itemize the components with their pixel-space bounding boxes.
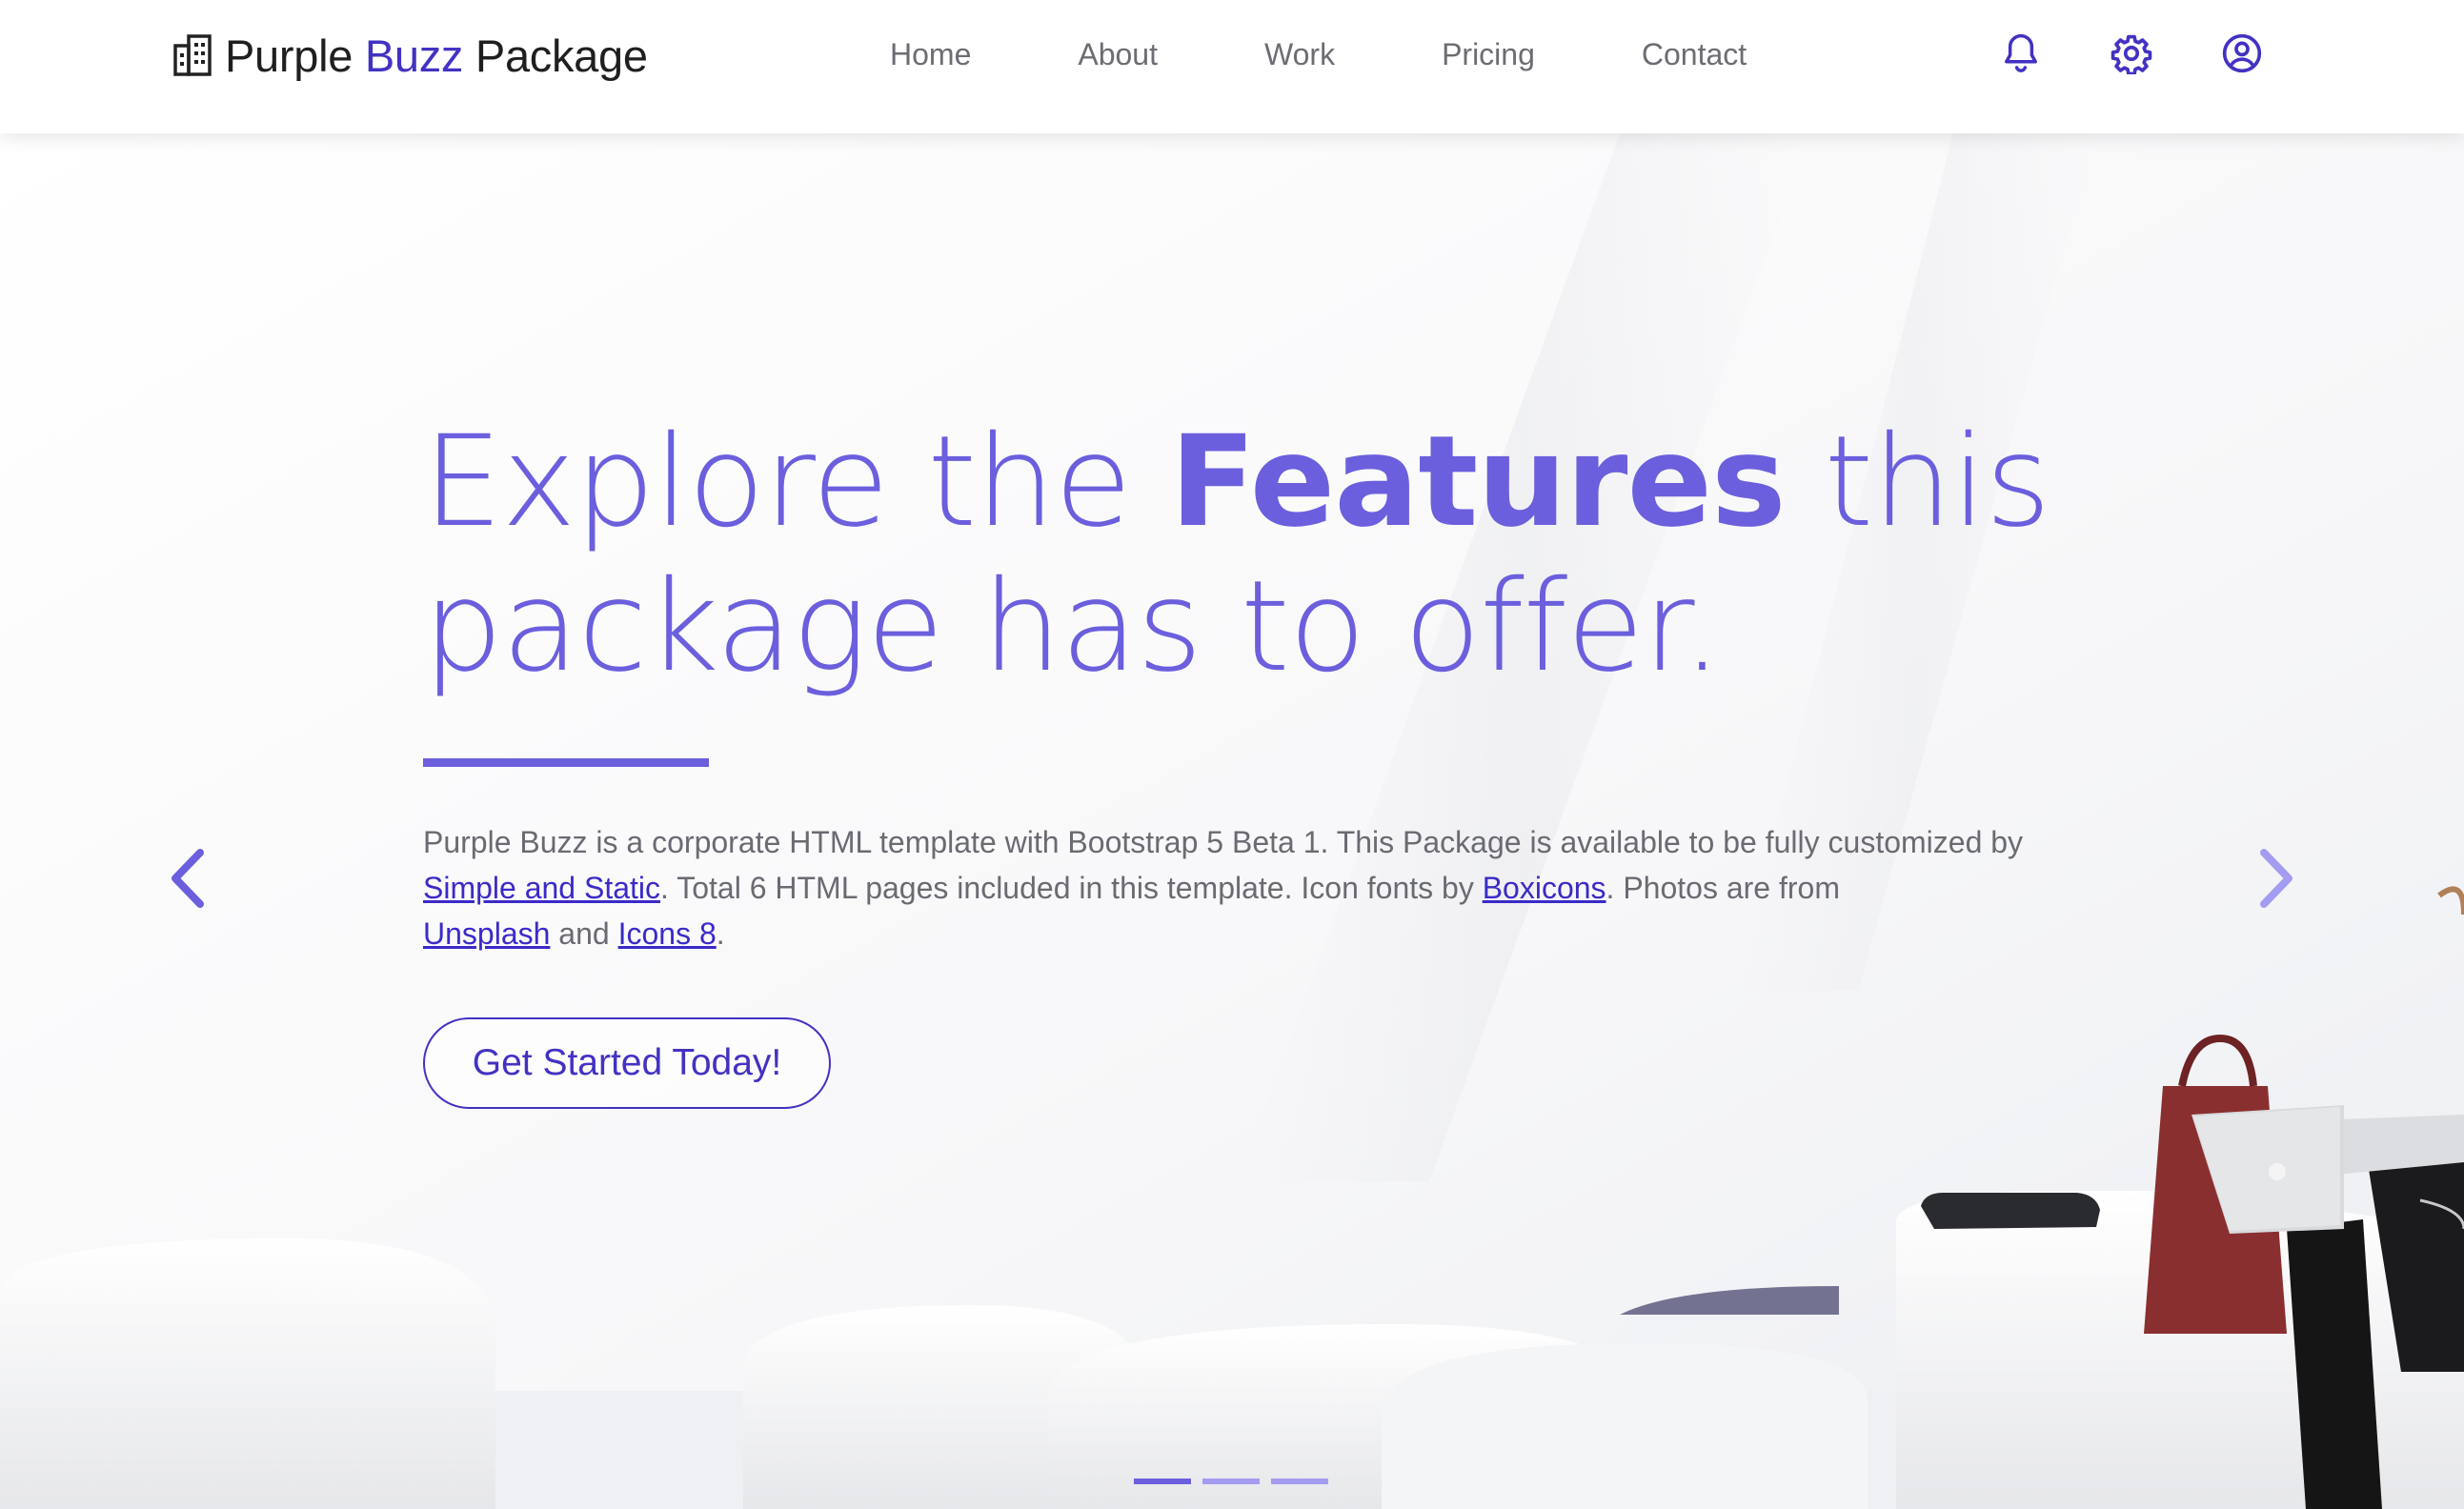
hero-title-pre: Explore the <box>423 409 1170 555</box>
chevron-right-icon <box>2260 849 2292 908</box>
link-unsplash[interactable]: Unsplash <box>423 916 550 951</box>
nav-icon-group <box>1999 29 2264 78</box>
hero-title-strong: Features <box>1169 409 1787 555</box>
hero-description: Purple Buzz is a corporate HTML template… <box>423 819 2043 956</box>
brand-logo[interactable]: Purple Buzz Package <box>173 29 648 82</box>
main-nav: Home About Work Pricing Contact <box>848 32 1747 76</box>
gear-icon[interactable] <box>2110 29 2153 78</box>
get-started-button[interactable]: Get Started Today! <box>423 1017 831 1109</box>
nav-link-work[interactable]: Work <box>1264 32 1335 76</box>
hero-carousel: Explore the Features this package has to… <box>0 133 2464 1509</box>
hero-desc-text-2: . Total 6 HTML pages included in this te… <box>660 871 1483 905</box>
nav-link-contact[interactable]: Contact <box>1642 32 1747 76</box>
nav-link-pricing[interactable]: Pricing <box>1442 32 1535 76</box>
chevron-left-icon <box>172 849 204 908</box>
hero-title-post: this <box>1785 409 2051 555</box>
carousel-indicators <box>1134 1479 1328 1484</box>
carousel-indicator-1[interactable] <box>1134 1479 1191 1484</box>
hero-desc-text-5: . <box>716 916 725 951</box>
hero-title-line1: Explore the Features this <box>423 409 2050 555</box>
carousel-indicator-2[interactable] <box>1202 1479 1260 1484</box>
brand-name-part3: Package <box>475 30 648 81</box>
hero-desc-text-1: Purple Buzz is a corporate HTML template… <box>423 825 2024 859</box>
carousel-next-button[interactable] <box>2249 840 2306 916</box>
hero-desc-text-3: . Photos are from <box>1606 871 1840 905</box>
hero-desc-text-4: and <box>550 916 618 951</box>
hero-title: Explore the Features this package has to… <box>423 409 2050 700</box>
nav-link-home[interactable]: Home <box>890 32 971 76</box>
carousel-indicator-3[interactable] <box>1271 1479 1328 1484</box>
brand-name-part2: Buzz <box>364 30 464 81</box>
link-icons8[interactable]: Icons 8 <box>618 916 717 951</box>
brand-name-part1: Purple <box>225 30 353 81</box>
hero-divider <box>423 758 709 767</box>
link-simple-and-static[interactable]: Simple and Static <box>423 871 660 905</box>
building-icon <box>173 34 212 76</box>
carousel-prev-button[interactable] <box>158 840 215 916</box>
user-circle-icon[interactable] <box>2220 29 2264 78</box>
bell-icon[interactable] <box>1999 29 2043 78</box>
brand-name: Purple Buzz Package <box>225 30 648 82</box>
hero-title-line2: package has to offer. <box>423 553 1722 700</box>
nav-link-about[interactable]: About <box>1078 32 1158 76</box>
link-boxicons[interactable]: Boxicons <box>1483 871 1606 905</box>
navbar: Purple Buzz Package Home About Work Pric… <box>0 0 2464 133</box>
